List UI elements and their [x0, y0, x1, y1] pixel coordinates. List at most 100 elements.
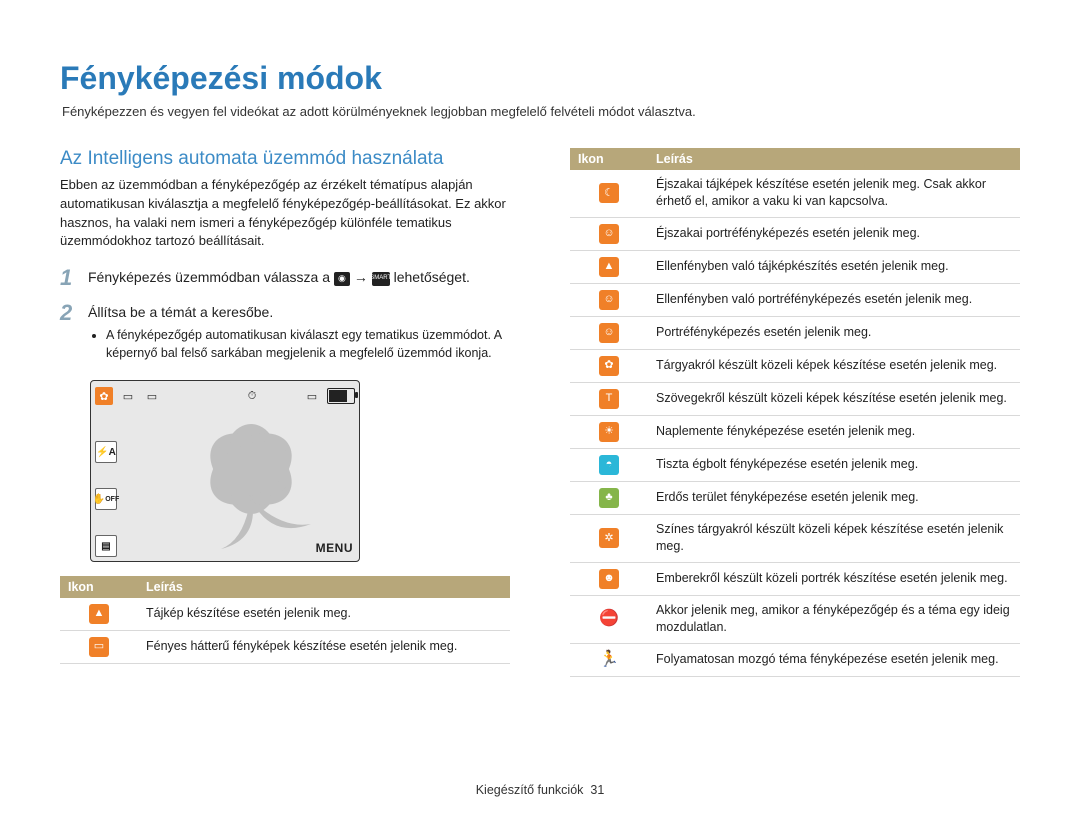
preview-menu-label: MENU [316, 541, 353, 555]
desc-cell: Ellenfényben való portréfényképezés eset… [648, 283, 1020, 316]
camera-icon: ◉ [334, 272, 350, 286]
backlight-land-icon: ▲ [599, 257, 619, 277]
tripod-icon: ⛔ [599, 609, 619, 629]
icon-table-row: ▲ Ellenfényben való tájképkészítés esetén… [570, 250, 1020, 283]
macro-mode-icon: ✿ [95, 387, 113, 405]
preview-subject [151, 409, 360, 559]
step-2-bullet: A fényképezőgép automatikusan kiválaszt … [106, 326, 510, 362]
step-number-2: 2 [60, 300, 78, 326]
action-icon: 🏃 [599, 650, 619, 670]
step-text-2: Állítsa be a témát a keresőbe. [88, 300, 510, 322]
icon-table-row: ☾Éjszakai tájképek készítése esetén jele… [570, 170, 1020, 218]
macro-text-icon: T [599, 389, 619, 409]
icon-cell: ☺ [570, 217, 648, 250]
icon-table-row: ☺ Ellenfényben való portréfényképezés ese… [570, 283, 1020, 316]
night-landscape-icon: ☾ [599, 183, 619, 203]
step-1-pre: Fényképezés üzemmódban válassza a [88, 269, 334, 285]
timer-icon: ⏱ [243, 387, 261, 405]
section-body: Ebben az üzemmódban a fényképezőgép az é… [60, 176, 510, 251]
icon-table-row: ▲ Tájkép készítése esetén jelenik meg. [60, 598, 510, 631]
icon-table-row: ☺ Portréfényképezés esetén jelenik meg. [570, 316, 1020, 349]
icon-table-row: ⛔ Akkor jelenik meg, amikor a fényképezőg… [570, 595, 1020, 643]
icon-cell: ✿ [570, 349, 648, 382]
battery-icon [327, 388, 355, 404]
desc-cell: Tárgyakról készült közeli képek készítés… [648, 349, 1020, 382]
desc-cell: Naplemente fényképezése esetén jelenik m… [648, 415, 1020, 448]
backlight-port-icon: ☺ [599, 290, 619, 310]
step-1-post: lehetőséget. [394, 269, 470, 285]
camera-preview: ✿ ▭ ▭ ⏱ ▭ ⚡A ✋OFF ▤ [90, 380, 360, 562]
macro-color-icon: ✲ [599, 528, 619, 548]
icon-table-row: ♣ Erdős terület fényképezése esetén jelen… [570, 481, 1020, 514]
th-desc-left: Leírás [138, 576, 510, 598]
icon-cell: ◓ [570, 448, 648, 481]
desc-cell: Szövegekről készült közeli képek készíté… [648, 382, 1020, 415]
step-2: 2 Állítsa be a témát a keresőbe. A fényk… [60, 300, 510, 373]
step-2-sub: A fényképezőgép automatikusan kiválaszt … [88, 326, 510, 362]
desc-cell: Fényes hátterű fényképek készítése eseté… [138, 631, 510, 664]
preview-top-bar: ✿ ▭ ▭ ⏱ ▭ [95, 385, 355, 407]
icon-cell: ▭ [60, 631, 138, 664]
sunset-icon: ☀ [599, 422, 619, 442]
preview-left-controls: ⚡A ✋OFF ▤ [95, 441, 117, 557]
desc-cell: Erdős terület fényképezése esetén jeleni… [648, 481, 1020, 514]
icon-table-row: ☺ Éjszakai portréfényképezés esetén jelen… [570, 217, 1020, 250]
desc-cell: Színes tárgyakról készült közeli képek k… [648, 514, 1020, 562]
desc-cell: Emberekről készült közeli portrék készít… [648, 562, 1020, 595]
icon-cell: ☺ [570, 283, 648, 316]
icon-table-row: ✿ Tárgyakról készült közeli képek készíté… [570, 349, 1020, 382]
icon-cell: ▲ [570, 250, 648, 283]
forest-icon: ♣ [599, 488, 619, 508]
desc-cell: Folyamatosan mozgó téma fényképezése ese… [648, 643, 1020, 676]
th-icon-right: Ikon [570, 148, 648, 170]
night-portrait-icon: ☺ [599, 224, 619, 244]
icon-table-row: ☻ Emberekről készült közeli portrék készí… [570, 562, 1020, 595]
macro-icon: ✿ [599, 356, 619, 376]
icon-cell: 🏃 [570, 643, 648, 676]
close-portrait-icon: ☻ [599, 569, 619, 589]
preview-indicator-2: ▭ [143, 387, 161, 405]
page-footer: Kiegészítő funkciók 31 [0, 783, 1080, 797]
footer-page-number: 31 [590, 783, 604, 797]
icon-cell: ☺ [570, 316, 648, 349]
page-title: Fényképezési módok [60, 60, 1020, 97]
footer-section: Kiegészítő funkciók [476, 783, 584, 797]
desc-cell: Ellenfényben való tájképkészítés esetén … [648, 250, 1020, 283]
desc-cell: Tájkép készítése esetén jelenik meg. [138, 598, 510, 631]
white-bg-icon: ▭ [89, 637, 109, 657]
desc-cell: Akkor jelenik meg, amikor a fényképezőgé… [648, 595, 1020, 643]
step-number-1: 1 [60, 265, 78, 291]
step-1-arrow: → [354, 269, 372, 285]
desc-cell: Tiszta égbolt fényképezése esetén jeleni… [648, 448, 1020, 481]
icon-cell: ♣ [570, 481, 648, 514]
resolution-icon: ▭ [303, 387, 321, 405]
stabilizer-icon: ✋OFF [95, 488, 117, 510]
icon-table-row: T Szövegekről készült közeli képek készít… [570, 382, 1020, 415]
portrait-icon: ☺ [599, 323, 619, 343]
preview-indicator-1: ▭ [119, 387, 137, 405]
icon-cell: ☀ [570, 415, 648, 448]
mountain-icon: ▲ [89, 604, 109, 624]
icon-cell: ▲ [60, 598, 138, 631]
icon-table-row: ✲ Színes tárgyakról készült közeli képek … [570, 514, 1020, 562]
icon-table-row: 🏃 Folyamatosan mozgó téma fényképezése es… [570, 643, 1020, 676]
icon-table-right: Ikon Leírás ☾Éjszakai tájképek készítése… [570, 148, 1020, 677]
mode-switch-icon: ▤ [95, 535, 117, 557]
flash-icon: ⚡A [95, 441, 117, 463]
th-desc-right: Leírás [648, 148, 1020, 170]
smart-mode-icon: SMART [372, 272, 390, 286]
icon-cell: T [570, 382, 648, 415]
step-1: 1 Fényképezés üzemmódban válassza a ◉ → … [60, 265, 510, 291]
icon-table-row: ▭ Fényes hátterű fényképek készítése eset… [60, 631, 510, 664]
step-text-1: Fényképezés üzemmódban válassza a ◉ → SM… [88, 265, 470, 287]
desc-cell: Portréfényképezés esetén jelenik meg. [648, 316, 1020, 349]
icon-cell: ✲ [570, 514, 648, 562]
icon-table-row: ◓Tiszta égbolt fényképezése esetén jelen… [570, 448, 1020, 481]
desc-cell: Éjszakai portréfényképezés esetén jeleni… [648, 217, 1020, 250]
icon-cell: ☻ [570, 562, 648, 595]
th-icon-left: Ikon [60, 576, 138, 598]
icon-cell: ⛔ [570, 595, 648, 643]
icon-cell: ☾ [570, 170, 648, 218]
two-column-layout: Az Intelligens automata üzemmód használa… [60, 148, 1020, 677]
page-subtitle: Fényképezzen és vegyen fel videókat az a… [62, 103, 1020, 122]
